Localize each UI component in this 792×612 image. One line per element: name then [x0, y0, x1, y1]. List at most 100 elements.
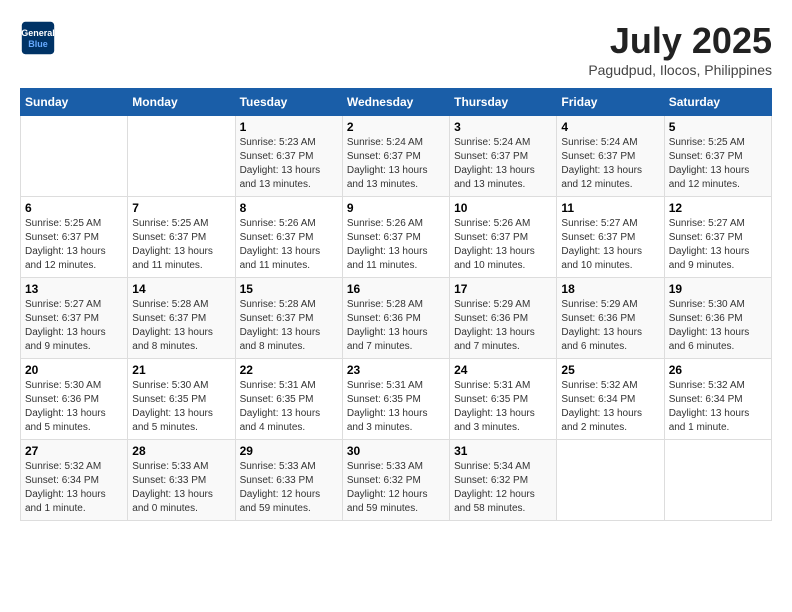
day-detail: Sunrise: 5:33 AM Sunset: 6:32 PM Dayligh… [347, 460, 445, 516]
calendar-cell: 11 Sunrise: 5:27 AM Sunset: 6:37 PM Dayli… [557, 197, 664, 278]
logo: General Blue [20, 20, 56, 56]
day-number: 31 [454, 444, 552, 458]
header-friday: Friday [557, 89, 664, 116]
day-number: 9 [347, 201, 445, 215]
calendar-cell: 9Sunrise: 5:26 AM Sunset: 6:37 PM Daylig… [342, 197, 449, 278]
calendar-cell [21, 116, 128, 197]
calendar-cell: 31 Sunrise: 5:34 AM Sunset: 6:32 PM Dayli… [450, 440, 557, 521]
calendar-cell: 14 Sunrise: 5:28 AM Sunset: 6:37 PM Dayli… [128, 278, 235, 359]
day-number: 2 [347, 120, 445, 134]
day-number: 12 [669, 201, 767, 215]
day-detail: Sunrise: 5:27 AM Sunset: 6:37 PM Dayligh… [561, 217, 659, 273]
day-detail: Sunrise: 5:34 AM Sunset: 6:32 PM Dayligh… [454, 460, 552, 516]
day-detail: Sunrise: 5:32 AM Sunset: 6:34 PM Dayligh… [25, 460, 123, 516]
calendar-cell: 12 Sunrise: 5:27 AM Sunset: 6:37 PM Dayli… [664, 197, 771, 278]
day-number: 20 [25, 363, 123, 377]
calendar-cell: 18Sunrise: 5:29 AM Sunset: 6:36 PM Dayli… [557, 278, 664, 359]
calendar-week-5: 27Sunrise: 5:32 AM Sunset: 6:34 PM Dayli… [21, 440, 772, 521]
day-detail: Sunrise: 5:25 AM Sunset: 6:37 PM Dayligh… [132, 217, 230, 273]
calendar-cell: 6Sunrise: 5:25 AM Sunset: 6:37 PM Daylig… [21, 197, 128, 278]
day-number: 11 [561, 201, 659, 215]
calendar-week-2: 6 Sunrise: 5:25 AM Sunset: 6:37 PM Daylig… [21, 197, 772, 278]
day-detail: Sunrise: 5:27 AM Sunset: 6:37 PM Dayligh… [25, 298, 123, 354]
calendar-cell: 7 Sunrise: 5:25 AM Sunset: 6:37 PM Daylig… [128, 197, 235, 278]
calendar-cell: 23Sunrise: 5:31 AM Sunset: 6:35 PM Dayli… [342, 359, 449, 440]
day-detail: Sunrise: 5:31 AM Sunset: 6:35 PM Dayligh… [240, 379, 338, 435]
day-number: 6 [25, 201, 123, 215]
day-number: 22 [240, 363, 338, 377]
day-number: 15 [240, 282, 338, 296]
day-number: 18 [561, 282, 659, 296]
day-number: 13 [25, 282, 123, 296]
day-detail: Sunrise: 5:30 AM Sunset: 6:36 PM Dayligh… [669, 298, 767, 354]
calendar-cell [664, 440, 771, 521]
day-number: 24 [454, 363, 552, 377]
calendar-cell: 25Sunrise: 5:32 AM Sunset: 6:34 PM Dayli… [557, 359, 664, 440]
calendar-cell [557, 440, 664, 521]
day-detail: Sunrise: 5:27 AM Sunset: 6:37 PM Dayligh… [669, 217, 767, 273]
day-detail: Sunrise: 5:32 AM Sunset: 6:34 PM Dayligh… [561, 379, 659, 435]
day-detail: Sunrise: 5:26 AM Sunset: 6:37 PM Dayligh… [454, 217, 552, 273]
day-detail: Sunrise: 5:33 AM Sunset: 6:33 PM Dayligh… [240, 460, 338, 516]
calendar-cell: 21 Sunrise: 5:30 AM Sunset: 6:35 PM Dayli… [128, 359, 235, 440]
header-tuesday: Tuesday [235, 89, 342, 116]
page-header: General Blue July 2025 Pagudpud, Ilocos,… [20, 20, 772, 78]
day-detail: Sunrise: 5:29 AM Sunset: 6:36 PM Dayligh… [454, 298, 552, 354]
calendar-cell: 20 Sunrise: 5:30 AM Sunset: 6:36 PM Dayli… [21, 359, 128, 440]
day-number: 21 [132, 363, 230, 377]
location: Pagudpud, Ilocos, Philippines [588, 62, 772, 78]
day-number: 17 [454, 282, 552, 296]
day-number: 16 [347, 282, 445, 296]
header-monday: Monday [128, 89, 235, 116]
day-detail: Sunrise: 5:26 AM Sunset: 6:37 PM Dayligh… [240, 217, 338, 273]
calendar-week-3: 13 Sunrise: 5:27 AM Sunset: 6:37 PM Dayli… [21, 278, 772, 359]
calendar-cell: 17 Sunrise: 5:29 AM Sunset: 6:36 PM Dayli… [450, 278, 557, 359]
day-number: 14 [132, 282, 230, 296]
calendar-cell: 13 Sunrise: 5:27 AM Sunset: 6:37 PM Dayli… [21, 278, 128, 359]
calendar-cell: 19 Sunrise: 5:30 AM Sunset: 6:36 PM Dayli… [664, 278, 771, 359]
day-detail: Sunrise: 5:30 AM Sunset: 6:36 PM Dayligh… [25, 379, 123, 435]
day-detail: Sunrise: 5:28 AM Sunset: 6:37 PM Dayligh… [240, 298, 338, 354]
calendar-cell: 3 Sunrise: 5:24 AM Sunset: 6:37 PM Daylig… [450, 116, 557, 197]
day-number: 19 [669, 282, 767, 296]
day-number: 28 [132, 444, 230, 458]
day-detail: Sunrise: 5:28 AM Sunset: 6:37 PM Dayligh… [132, 298, 230, 354]
day-detail: Sunrise: 5:24 AM Sunset: 6:37 PM Dayligh… [347, 136, 445, 192]
calendar-cell: 4 Sunrise: 5:24 AM Sunset: 6:37 PM Daylig… [557, 116, 664, 197]
day-detail: Sunrise: 5:25 AM Sunset: 6:37 PM Dayligh… [669, 136, 767, 192]
calendar-cell: 10 Sunrise: 5:26 AM Sunset: 6:37 PM Dayli… [450, 197, 557, 278]
day-number: 4 [561, 120, 659, 134]
calendar-week-1: 1Sunrise: 5:23 AM Sunset: 6:37 PM Daylig… [21, 116, 772, 197]
calendar-cell: 30 Sunrise: 5:33 AM Sunset: 6:32 PM Dayli… [342, 440, 449, 521]
header-sunday: Sunday [21, 89, 128, 116]
calendar-week-4: 20 Sunrise: 5:30 AM Sunset: 6:36 PM Dayli… [21, 359, 772, 440]
svg-text:General: General [21, 28, 55, 38]
header-saturday: Saturday [664, 89, 771, 116]
day-detail: Sunrise: 5:33 AM Sunset: 6:33 PM Dayligh… [132, 460, 230, 516]
day-number: 10 [454, 201, 552, 215]
calendar-cell: 22 Sunrise: 5:31 AM Sunset: 6:35 PM Dayli… [235, 359, 342, 440]
day-number: 26 [669, 363, 767, 377]
title-block: July 2025 Pagudpud, Ilocos, Philippines [588, 20, 772, 78]
day-detail: Sunrise: 5:28 AM Sunset: 6:36 PM Dayligh… [347, 298, 445, 354]
calendar-cell: 28 Sunrise: 5:33 AM Sunset: 6:33 PM Dayli… [128, 440, 235, 521]
day-detail: Sunrise: 5:30 AM Sunset: 6:35 PM Dayligh… [132, 379, 230, 435]
calendar-cell: 2 Sunrise: 5:24 AM Sunset: 6:37 PM Daylig… [342, 116, 449, 197]
day-detail: Sunrise: 5:32 AM Sunset: 6:34 PM Dayligh… [669, 379, 767, 435]
calendar-cell: 16 Sunrise: 5:28 AM Sunset: 6:36 PM Dayli… [342, 278, 449, 359]
header-thursday: Thursday [450, 89, 557, 116]
svg-text:Blue: Blue [28, 39, 48, 49]
day-detail: Sunrise: 5:31 AM Sunset: 6:35 PM Dayligh… [347, 379, 445, 435]
day-number: 3 [454, 120, 552, 134]
calendar-cell: 29 Sunrise: 5:33 AM Sunset: 6:33 PM Dayli… [235, 440, 342, 521]
calendar-cell: 26 Sunrise: 5:32 AM Sunset: 6:34 PM Dayli… [664, 359, 771, 440]
day-detail: Sunrise: 5:31 AM Sunset: 6:35 PM Dayligh… [454, 379, 552, 435]
calendar-cell: 8Sunrise: 5:26 AM Sunset: 6:37 PM Daylig… [235, 197, 342, 278]
day-number: 30 [347, 444, 445, 458]
calendar-table: SundayMondayTuesdayWednesdayThursdayFrid… [20, 88, 772, 521]
day-number: 7 [132, 201, 230, 215]
day-number: 29 [240, 444, 338, 458]
calendar-header-row: SundayMondayTuesdayWednesdayThursdayFrid… [21, 89, 772, 116]
day-detail: Sunrise: 5:24 AM Sunset: 6:37 PM Dayligh… [454, 136, 552, 192]
day-detail: Sunrise: 5:24 AM Sunset: 6:37 PM Dayligh… [561, 136, 659, 192]
